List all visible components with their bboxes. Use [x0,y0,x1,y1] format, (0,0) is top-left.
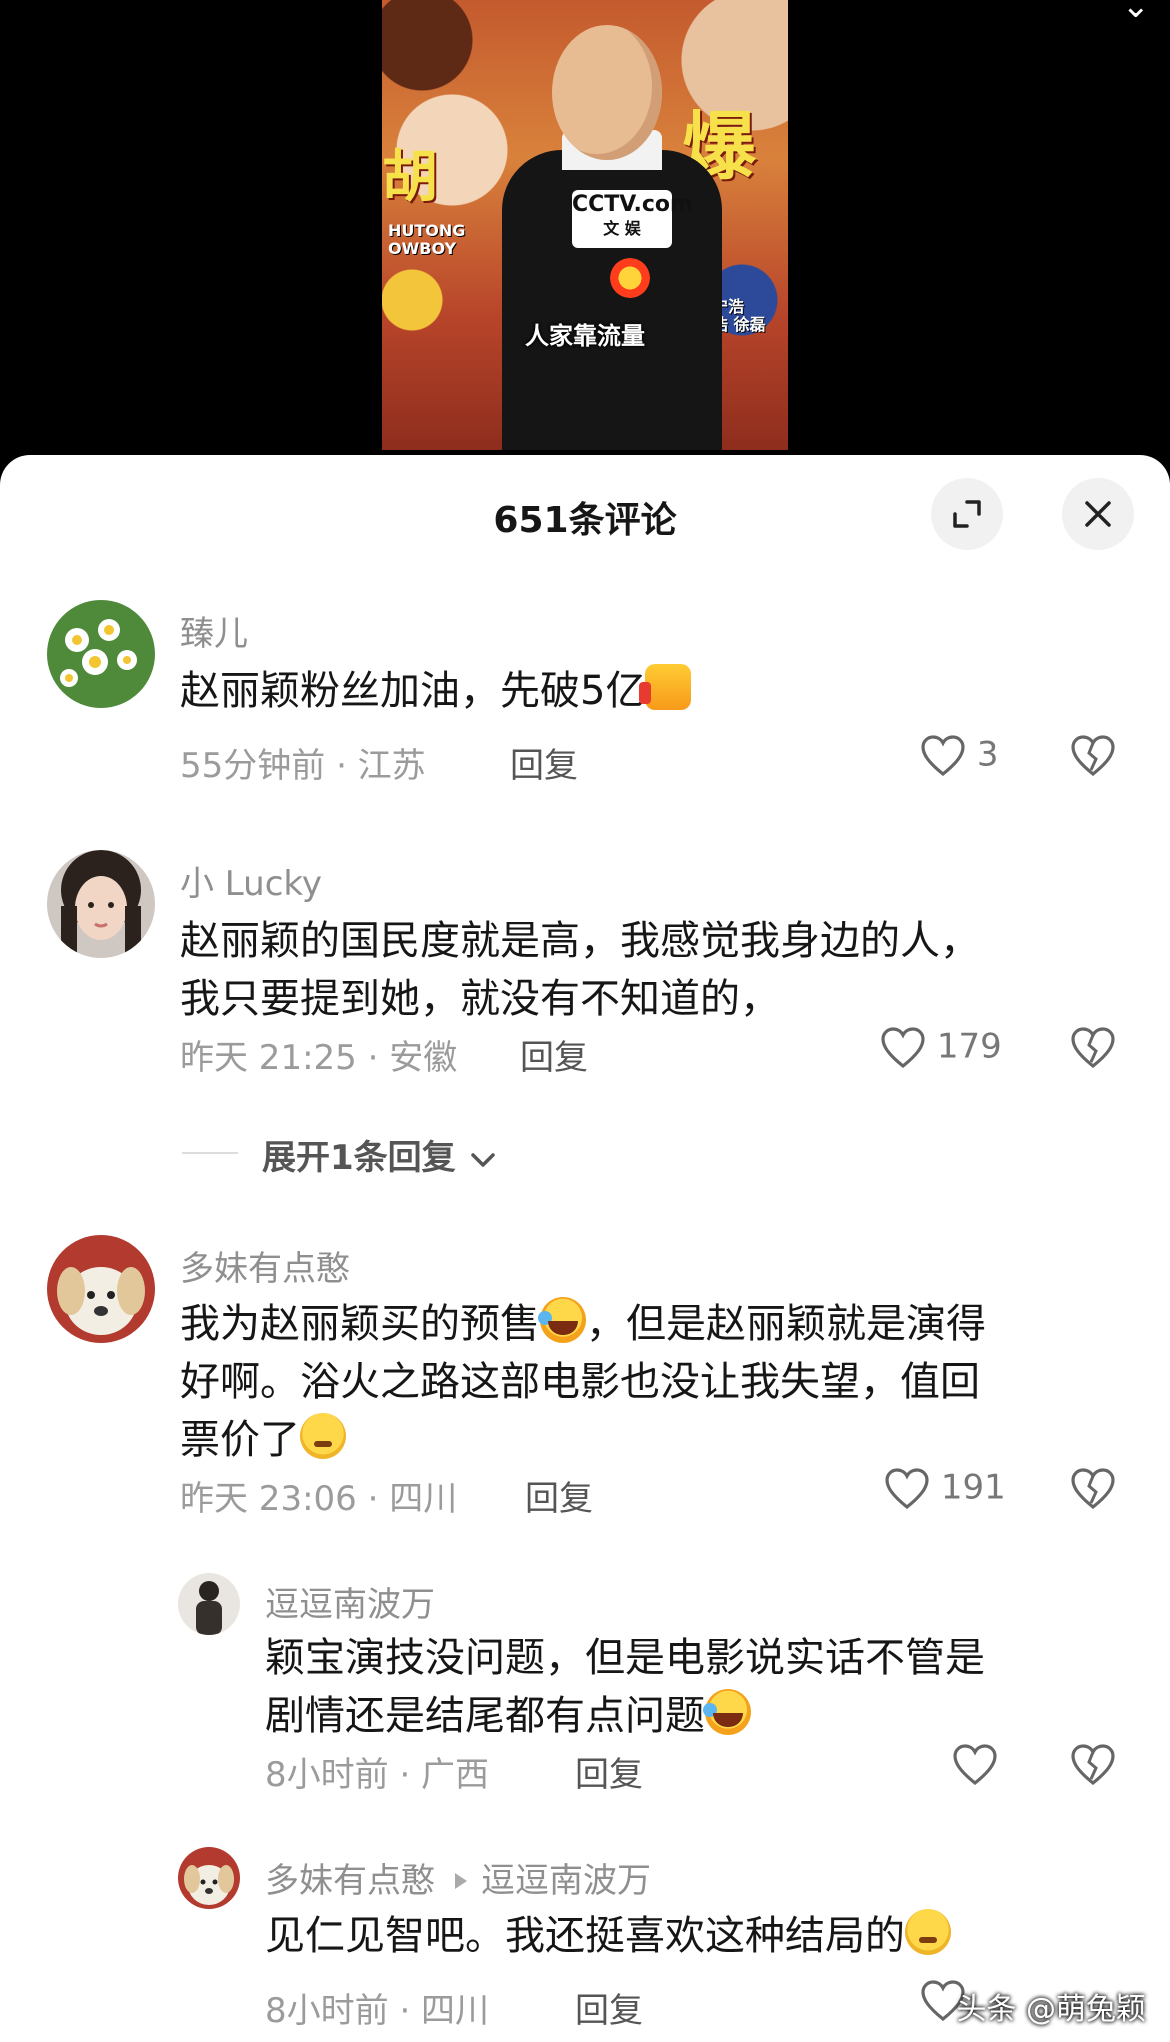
dislike-button[interactable] [1070,1026,1116,1070]
avatar[interactable] [178,1847,240,1909]
like-count: 3 [976,734,999,775]
comment-text-line: 票价了 [180,1411,986,1469]
chevron-down-icon[interactable]: ⌄ [1122,0,1151,26]
dislike-button[interactable] [1070,1467,1116,1511]
expand-icon [953,500,981,528]
comment-meta: 8小时前 · 四川 [265,1991,490,2031]
heart-icon [885,1468,929,1510]
comment-text: 赵丽颖粉丝加油，先破5亿 [180,662,692,720]
video-frame: 爆 胡 HUTONG OWBOY 宁浩 浩 徐磊 CCTV.com 文 娱 人家… [382,0,788,450]
expand-replies-label: 展开1条回复 [262,1138,456,1178]
broken-heart-icon [1071,1744,1115,1786]
like-count: 191 [940,1467,1006,1508]
comment-text-line: 我只要提到她，就没有不知道的， [180,976,780,1022]
comment-meta: 55分钟前 · 江苏 [180,746,426,786]
comment-text-part: 票价了 [180,1417,300,1463]
reply-to-arrow-icon [455,1872,467,1889]
fire-sticker [610,258,650,298]
video-player[interactable]: 爆 胡 HUTONG OWBOY 宁浩 浩 徐磊 CCTV.com 文 娱 人家… [0,0,1170,460]
reply-to-username[interactable]: 逗逗南波万 [481,1861,651,1901]
broken-heart-icon [1071,1027,1115,1069]
reply-button[interactable]: 回复 [575,1983,643,2032]
heart-icon [921,735,965,777]
reply-button[interactable]: 回复 [525,1471,593,1520]
like-button[interactable]: 3 [920,734,998,778]
comment-text: 赵丽颖的国民度就是高，我感觉我身边的人， 我只要提到她，就没有不知道的， [180,912,980,1028]
comment-text-line: 剧情还是结尾都有点问题 [265,1687,985,1745]
like-button[interactable]: 179 [880,1026,1002,1070]
comment-meta: 昨天 23:06 · 四川 [180,1479,458,1519]
reply-header: 多妹有点憨 逗逗南波万 [265,1853,651,1902]
expand-replies-button[interactable]: 展开1条回复 [262,1130,498,1179]
comment-meta: 昨天 21:25 · 安徽 [180,1038,458,1078]
close-icon [1085,501,1111,527]
watermark: 头条 @萌兔颖 [956,1992,1146,2027]
laughing-emoji [703,1689,751,1735]
dislike-button[interactable] [1070,1743,1116,1787]
avatar[interactable] [47,600,155,708]
close-button[interactable] [1062,478,1134,550]
speaker-head [552,25,662,160]
username[interactable]: 多妹有点憨 [265,1861,435,1901]
username[interactable]: 逗逗南波万 [265,1577,435,1626]
comment-text-line: 好啊。浴火之路这部电影也没让我失望，值回 [180,1359,980,1405]
smirk-emoji [300,1413,346,1459]
video-subtitle: 人家靠流量 [525,322,645,350]
reply-button[interactable]: 回复 [510,738,578,787]
chevron-down-icon [470,1152,495,1167]
comment-text-content: 赵丽颖粉丝加油，先破5亿 [180,668,646,714]
avatar[interactable] [47,850,155,958]
comment-text-part: 剧情还是结尾都有点问题 [265,1693,705,1739]
comment-meta: 8小时前 · 广西 [265,1755,490,1795]
comment-text-line: 赵丽颖的国民度就是高，我感觉我身边的人， [180,918,980,964]
username[interactable]: 多妹有点憨 [180,1241,350,1290]
thumbs-up-emoji [639,664,692,710]
like-count: 179 [936,1026,1002,1067]
avatar[interactable] [178,1573,240,1635]
expand-button[interactable] [931,478,1003,550]
laughing-emoji [538,1297,586,1343]
username[interactable]: 臻儿 [180,606,248,655]
heart-icon [881,1027,925,1069]
dislike-button[interactable] [1070,734,1116,778]
broken-heart-icon [1071,1468,1115,1510]
comment-text: 颖宝演技没问题，但是电影说实话不管是 剧情还是结尾都有点问题 [265,1629,985,1745]
like-button[interactable] [952,1743,998,1787]
poster-title-glyph-left: 胡 [382,145,438,210]
comment-text: 我为赵丽颖买的预售 ，但是赵丽颖就是演得 好啊。浴火之路这部电影也没让我失望，值回… [180,1295,986,1469]
cctv-logo: CCTV.com 文 娱 [572,190,693,248]
reply-button[interactable]: 回复 [575,1747,643,1796]
username[interactable]: 小 Lucky [180,856,322,905]
expand-divider [182,1152,238,1154]
comment-sheet: 651条评论 臻儿 赵丽颖粉丝加油，先破5亿 55分钟前 · 江苏 回复 3 小… [0,455,1170,2042]
comment-text-part: ，但是赵丽颖就是演得 [586,1301,986,1347]
speaker: CCTV.com 文 娱 [442,0,762,450]
avatar[interactable] [47,1235,155,1343]
comment-text-part: 我为赵丽颖买的预售 [180,1301,540,1347]
smirk-emoji [905,1909,951,1955]
heart-icon [953,1744,997,1786]
comment-text-content: 见仁见智吧。我还挺喜欢这种结局的 [265,1913,905,1959]
broken-heart-icon [1071,735,1115,777]
comment-text: 见仁见智吧。我还挺喜欢这种结局的 [265,1907,951,1965]
comment-text-line: 我为赵丽颖买的预售 ，但是赵丽颖就是演得 [180,1295,986,1353]
comment-text-line: 颖宝演技没问题，但是电影说实话不管是 [265,1635,985,1681]
cctv-logo-text: CCTV.com [572,192,693,217]
like-button[interactable]: 191 [884,1467,1006,1511]
cctv-logo-sub: 文 娱 [603,219,641,238]
reply-button[interactable]: 回复 [520,1030,588,1079]
